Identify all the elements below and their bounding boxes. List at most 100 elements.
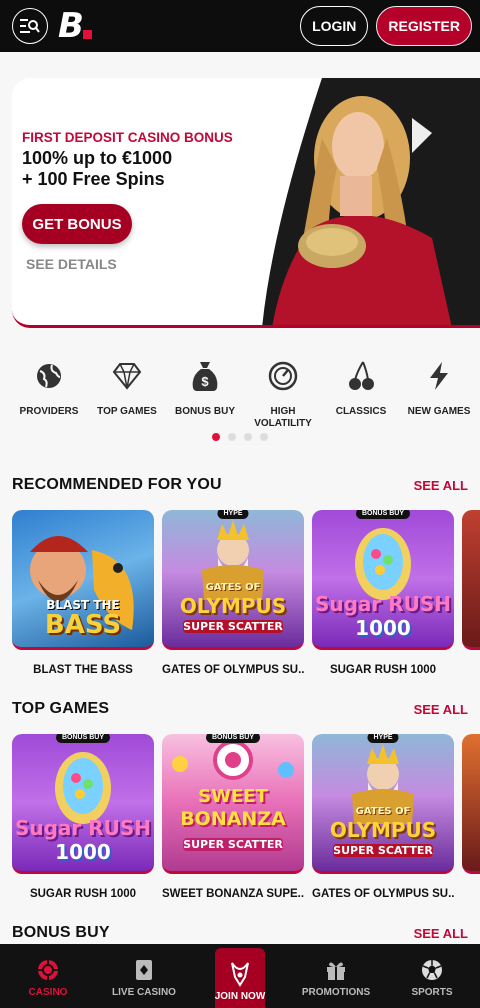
game-card-partial[interactable] — [462, 734, 480, 874]
game-art-title-line2: 1000 — [355, 616, 411, 640]
game-title: SUGAR RUSH 1000 — [29, 888, 137, 900]
game-thumbnail[interactable]: Sugar RUSH 1000 — [312, 510, 454, 650]
pagination-dot[interactable] — [260, 433, 268, 441]
hero-offer-line2: + 100 Free Spins — [22, 169, 165, 189]
cherries-icon — [349, 361, 374, 390]
game-card[interactable]: BONUS BUY Sugar RUSH 1000 SUGAR RUSH 100… — [312, 510, 454, 676]
category-label: CLASSICS — [335, 406, 387, 417]
game-art-title-line3: SUPER SCATTER — [333, 844, 433, 857]
see-all-top-games-link[interactable]: SEE ALL — [414, 702, 468, 717]
game-thumbnail[interactable] — [462, 734, 480, 874]
game-title: SUGAR RUSH 1000 — [329, 664, 437, 676]
category-bonus-buy[interactable]: $ BONUS BUY — [165, 356, 245, 418]
game-thumbnail[interactable]: SWEET BONANZA SUPER SCATTER — [162, 734, 304, 874]
top-games-row: BONUS BUY Sugar RUSH 1000 SUGAR RUSH 100… — [12, 734, 480, 904]
game-art-title-line2: OLYMPUS — [179, 594, 287, 618]
money-bag-icon: $ — [192, 362, 218, 391]
bottom-navigation: CASINO LIVE CASINO JOIN NOW PROMOTIONS S… — [0, 944, 480, 1008]
game-card[interactable]: BONUS BUY SWEET BONANZA SUPER SCATTER SW… — [162, 734, 304, 900]
game-card[interactable]: BONUS BUY Sugar RUSH 1000 SUGAR RUSH 100… — [12, 734, 154, 900]
game-badge: BONUS BUY — [355, 510, 411, 519]
nav-join-now[interactable]: JOIN NOW — [192, 944, 288, 1008]
login-button[interactable]: LOGIN — [300, 6, 369, 46]
section-title-top-games: TOP GAMES — [12, 700, 110, 717]
game-art-title-line2: BASS — [44, 610, 122, 640]
see-details-link[interactable]: SEE DETAILS — [26, 256, 117, 272]
game-art-title-line1: GATES OF — [205, 582, 261, 593]
category-providers[interactable]: PROVIDERS — [9, 356, 89, 418]
playing-card-icon — [136, 959, 152, 980]
category-high-volatility[interactable]: HIGH VOLATILITY — [243, 356, 323, 430]
brand-logo[interactable]: B — [58, 9, 92, 43]
game-art-title-line3: SUPER SCATTER — [183, 838, 283, 851]
see-all-recommended-link[interactable]: SEE ALL — [414, 478, 468, 493]
get-bonus-button[interactable]: GET BONUS — [22, 204, 132, 244]
game-thumbnail[interactable]: GATES OF OLYMPUS SUPER SCATTER — [312, 734, 454, 874]
game-art-title-line1: SWEET — [198, 786, 268, 807]
nav-casino[interactable]: CASINO — [0, 944, 96, 1008]
pagination-dot[interactable] — [228, 433, 236, 441]
carousel-pagination — [212, 433, 268, 441]
game-art-title-line1: Sugar RUSH — [14, 816, 152, 840]
game-card-partial[interactable] — [462, 510, 480, 650]
game-title: GATES OF OLYMPUS SU... — [312, 888, 454, 900]
category-carousel: PROVIDERS TOP GAMES $ BONUS BUY HIGH VOL… — [0, 356, 480, 436]
game-art-title-line1: Sugar RUSH — [314, 592, 452, 616]
category-label: TOP GAMES — [97, 406, 157, 417]
svg-text:$: $ — [201, 374, 209, 389]
game-art-title-line2: 1000 — [55, 840, 111, 864]
category-label: PROVIDERS — [19, 406, 79, 417]
game-title: BLAST THE BASS — [33, 664, 133, 676]
hero-banner[interactable]: FIRST DEPOSIT CASINO BONUS 100% up to €1… — [12, 78, 480, 328]
soccer-ball-icon — [422, 959, 442, 980]
nav-live-casino[interactable]: LIVE CASINO — [96, 944, 192, 1008]
category-top-games[interactable]: TOP GAMES — [87, 356, 167, 418]
game-card[interactable]: BLAST THE BASS BLAST THE BASS — [12, 510, 154, 676]
category-classics[interactable]: CLASSICS — [321, 356, 401, 418]
gift-icon — [327, 962, 345, 980]
category-label: BONUS BUY — [174, 406, 235, 417]
register-button[interactable]: REGISTER — [376, 6, 472, 46]
game-title: GATES OF OLYMPUS SU... — [162, 664, 304, 676]
nav-label: CASINO — [28, 986, 68, 998]
category-label: NEW GAMES — [407, 406, 471, 417]
pagination-dot[interactable] — [244, 433, 252, 441]
game-thumbnail[interactable]: GATES OF OLYMPUS SUPER SCATTER — [162, 510, 304, 650]
recommended-games-row: BLAST THE BASS BLAST THE BASS HYPE GATES… — [12, 510, 480, 680]
menu-search-icon — [20, 19, 40, 33]
nav-label: LIVE CASINO — [112, 986, 176, 998]
section-title-bonus-buy: BONUS BUY — [12, 924, 110, 941]
top-header: B LOGIN REGISTER — [0, 0, 480, 52]
nav-label: SPORTS — [411, 986, 453, 998]
globe-icon — [37, 364, 61, 388]
game-art-title-line2: OLYMPUS — [329, 818, 437, 842]
nav-sports[interactable]: SPORTS — [384, 944, 480, 1008]
nav-promotions[interactable]: PROMOTIONS — [288, 944, 384, 1008]
section-title-recommended: RECOMMENDED FOR YOU — [12, 476, 222, 493]
menu-search-button[interactable] — [12, 8, 48, 44]
gauge-icon — [268, 361, 298, 391]
diamond-icon — [112, 363, 142, 390]
game-badge: BONUS BUY — [205, 734, 261, 743]
logo-letter: B — [58, 6, 84, 46]
game-card[interactable]: HYPE GATES OF OLYMPUS SUPER SCATTER GATE… — [312, 734, 454, 900]
pagination-dot-active[interactable] — [212, 433, 220, 441]
game-card[interactable]: HYPE GATES OF OLYMPUS SUPER SCATTER GATE… — [162, 510, 304, 676]
hero-eyebrow: FIRST DEPOSIT CASINO BONUS — [22, 130, 233, 145]
game-art-title-line2: BONANZA — [180, 808, 286, 830]
nav-label: JOIN NOW — [214, 991, 266, 1002]
logo-dot — [82, 30, 92, 39]
hero-offer-line1: 100% up to €1000 — [22, 148, 173, 168]
game-badge: HYPE — [367, 734, 399, 743]
game-art-title-line1: GATES OF — [355, 806, 411, 817]
game-badge: BONUS BUY — [55, 734, 111, 743]
lightning-icon — [430, 362, 448, 390]
see-all-bonus-buy-link[interactable]: SEE ALL — [414, 926, 468, 941]
game-thumbnail[interactable]: Sugar RUSH 1000 — [12, 734, 154, 874]
nav-label: PROMOTIONS — [301, 986, 371, 998]
category-new-games[interactable]: NEW GAMES — [399, 356, 479, 418]
game-thumbnail[interactable]: BLAST THE BASS — [12, 510, 154, 650]
casino-chip-icon — [38, 959, 58, 980]
game-thumbnail[interactable] — [462, 510, 480, 650]
game-badge: HYPE — [217, 510, 249, 519]
